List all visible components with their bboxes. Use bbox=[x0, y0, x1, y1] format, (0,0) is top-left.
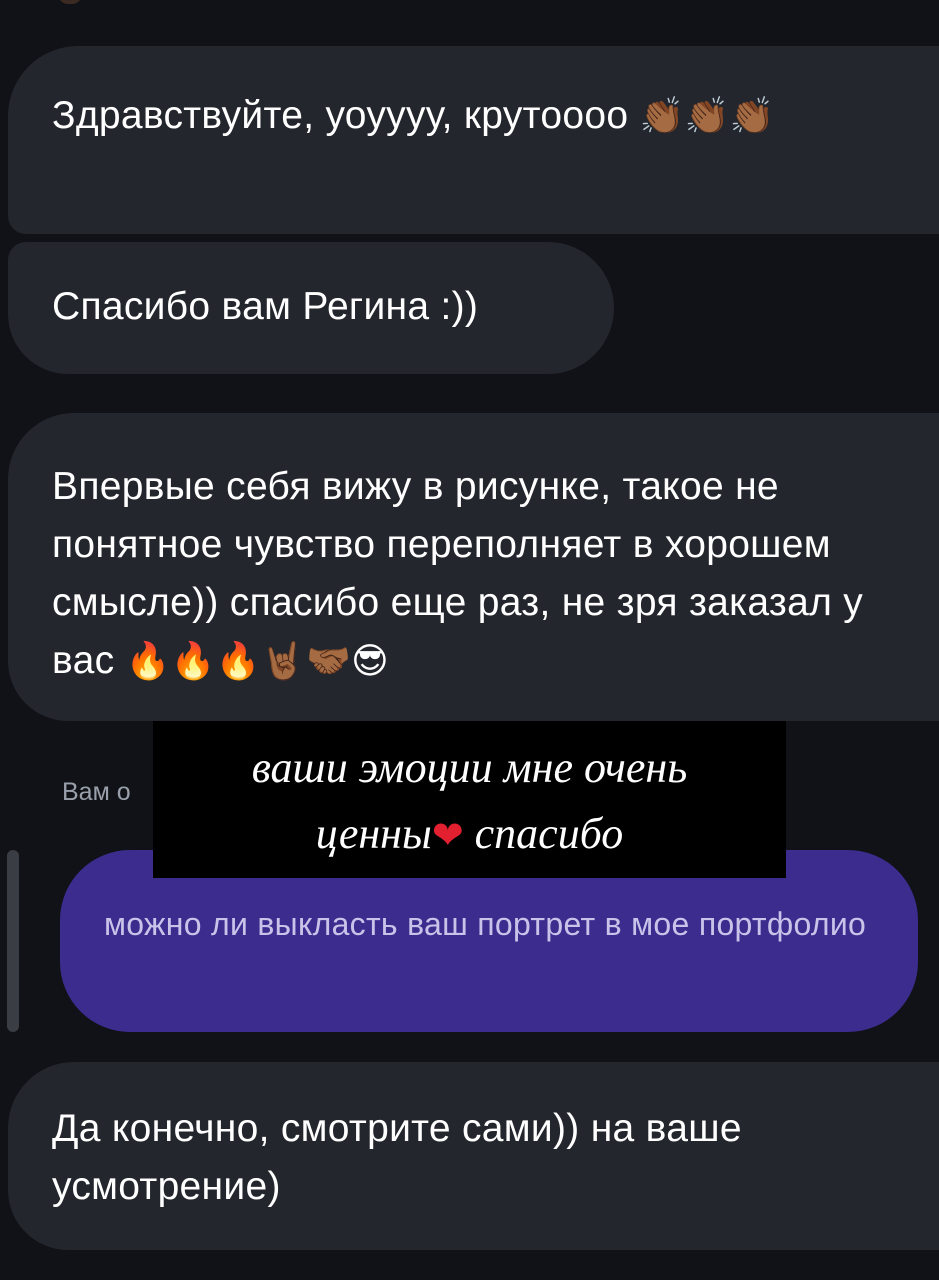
reply-label: Вам о bbox=[62, 778, 131, 806]
message-bubble-1[interactable]: Здравствуйте, уоуууу, крутоооо 👏🏾👏🏾👏🏾 bbox=[8, 46, 939, 234]
fire-emoji-icon: 🔥🔥🔥🤘🏾🤝🏾😎 bbox=[125, 641, 389, 682]
message-bubble-5[interactable]: Да конечно, смотрите сами)) на ваше усмо… bbox=[8, 1062, 939, 1250]
message-text: Здравствуйте, уоуууу, крутоооо 👏🏾👏🏾👏🏾 bbox=[52, 94, 775, 137]
message-bubble-2[interactable]: Спасибо вам Регина :)) bbox=[8, 242, 614, 374]
caption-line-1: ваши эмоции мне очень bbox=[251, 743, 688, 792]
message-text: можно ли выкласть ваш портрет в мое порт… bbox=[104, 906, 867, 942]
caption-line-2: ценны❤ спасибо bbox=[315, 809, 624, 858]
previous-message-edge bbox=[58, 0, 82, 4]
message-text: Спасибо вам Регина :)) bbox=[52, 285, 479, 328]
heart-icon: ❤ bbox=[431, 813, 464, 857]
message-text: Впервые себя вижу в рисунке, такое не по… bbox=[52, 465, 864, 682]
clap-emoji-icon: 👏🏾👏🏾👏🏾 bbox=[639, 96, 775, 137]
reply-indicator-bar bbox=[7, 850, 19, 1032]
message-bubble-3[interactable]: Впервые себя вижу в рисунке, такое не по… bbox=[8, 413, 939, 721]
story-caption-box: ваши эмоции мне очень ценны❤ спасибо bbox=[153, 721, 786, 878]
message-text: Да конечно, смотрите сами)) на ваше усмо… bbox=[52, 1107, 742, 1208]
